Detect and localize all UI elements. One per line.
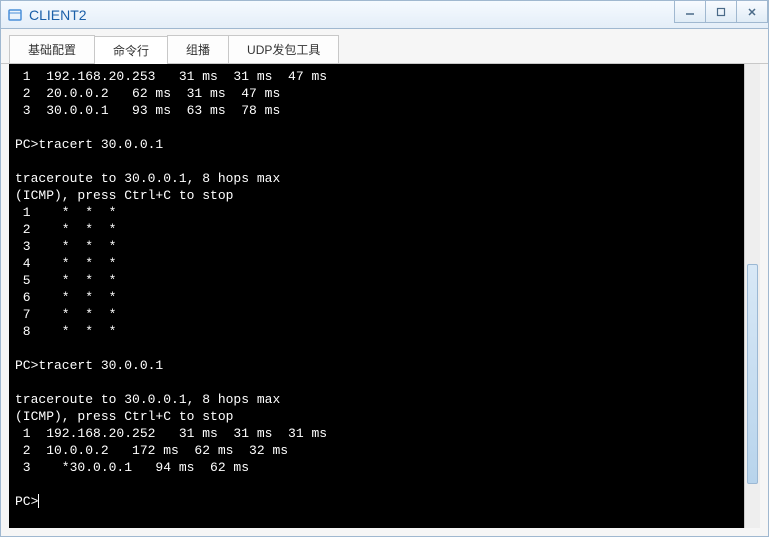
scrollbar-track[interactable] xyxy=(744,64,760,528)
tab-command-line[interactable]: 命令行 xyxy=(94,36,168,64)
titlebar[interactable]: CLIENT2 xyxy=(1,1,768,29)
app-icon xyxy=(7,7,23,23)
scrollbar-thumb[interactable] xyxy=(747,264,758,484)
tab-udp-tool[interactable]: UDP发包工具 xyxy=(228,35,339,63)
tab-bar: 基础配置 命令行 组播 UDP发包工具 xyxy=(1,29,768,64)
terminal-cursor xyxy=(38,494,39,508)
tab-basic-config[interactable]: 基础配置 xyxy=(9,35,95,63)
close-button[interactable] xyxy=(736,1,768,23)
window-controls xyxy=(675,1,768,23)
maximize-button[interactable] xyxy=(705,1,737,23)
tab-multicast[interactable]: 组播 xyxy=(167,35,229,63)
terminal-container: 1 192.168.20.253 31 ms 31 ms 47 ms 2 20.… xyxy=(1,64,768,536)
terminal[interactable]: 1 192.168.20.253 31 ms 31 ms 47 ms 2 20.… xyxy=(9,64,744,528)
app-window: CLIENT2 基础配置 命令行 组播 UDP发包工具 1 192.168.20… xyxy=(0,0,769,537)
minimize-button[interactable] xyxy=(674,1,706,23)
window-title: CLIENT2 xyxy=(29,7,87,23)
